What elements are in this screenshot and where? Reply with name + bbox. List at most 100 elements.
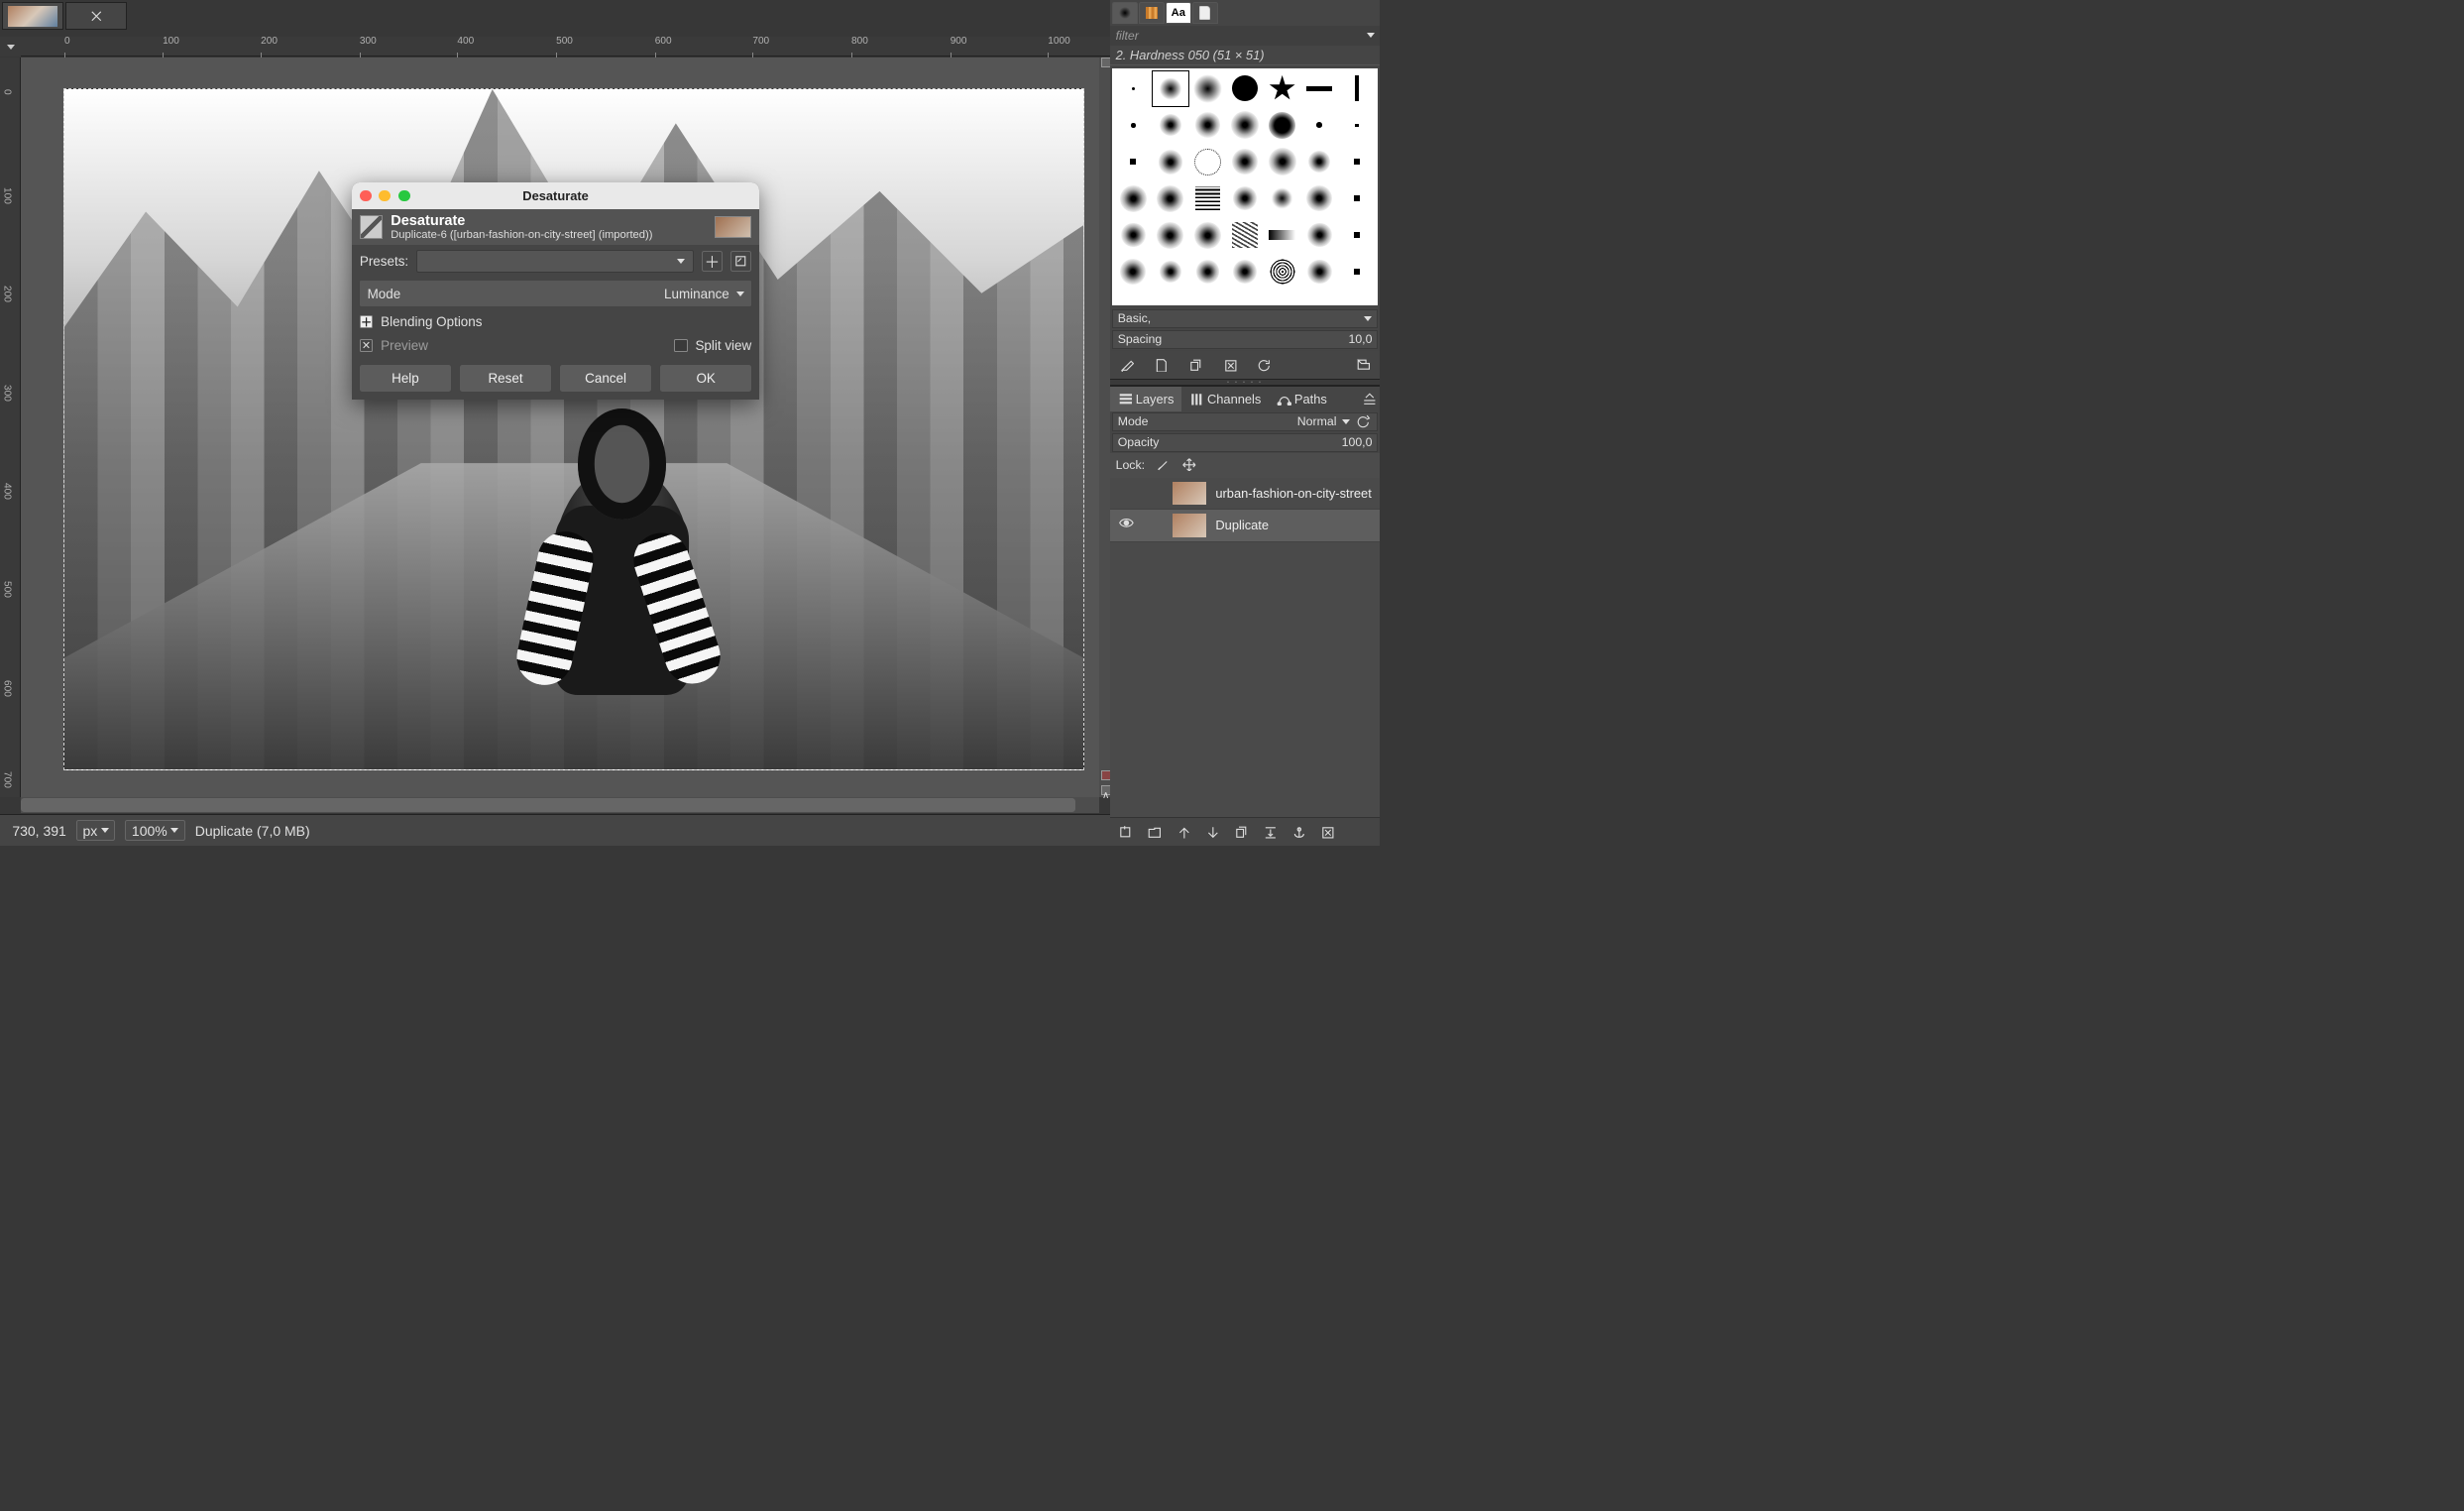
brush-refresh-button[interactable] [1256,356,1274,374]
page-icon [1154,358,1169,373]
desaturate-icon [360,215,384,239]
splitview-checkbox[interactable] [674,339,687,352]
brush-spacing-slider[interactable]: Spacing 10,0 [1112,330,1378,349]
presets-dropdown[interactable] [416,250,694,274]
ruler-tick: 500 [556,36,573,47]
ruler-horizontal[interactable]: 0 100 200 300 400 500 600 700 800 900 10… [21,37,1110,57]
document-history-tab[interactable] [1192,2,1218,23]
reset-button[interactable]: Reset [459,364,552,393]
cancel-button[interactable]: Cancel [559,364,652,393]
layer-name[interactable]: urban-fashion-on-city-street [1215,486,1371,501]
layer-duplicate-button[interactable] [1232,823,1250,841]
status-zoom-dropdown[interactable]: 100% [125,820,184,841]
chevron-down-icon [736,291,744,296]
chevron-down-icon [1342,419,1350,424]
blending-options-expander[interactable]: ＋ Blending Options [352,310,759,334]
chevron-down-icon [677,259,685,264]
layer-lower-button[interactable] [1203,823,1221,841]
preset-manage-button[interactable] [730,251,751,272]
layer-name[interactable]: Duplicate [1215,518,1269,532]
layer-mode-dropdown[interactable]: Mode Normal [1112,412,1378,431]
dialog-heading: Desaturate [391,213,465,229]
layer-merge-down-button[interactable] [1261,823,1279,841]
opacity-value: 100,0 [1342,435,1373,449]
lock-position-button[interactable] [1181,457,1196,475]
preview-checkbox[interactable]: ✕ [360,339,373,352]
status-unit: px [82,823,97,839]
brush-duplicate-button[interactable] [1186,356,1204,374]
layer-list[interactable]: urban-fashion-on-city-street Duplicate [1110,478,1380,818]
window-zoom-button[interactable] [398,190,410,202]
canvas-h-scrollbar[interactable] [21,797,1099,814]
ruler-vertical[interactable]: 0 100 200 300 400 500 600 700 [0,58,21,797]
ruler-tick: 400 [2,483,13,500]
eye-icon [1118,515,1135,531]
layer-group-button[interactable] [1146,823,1164,841]
channels-tab[interactable]: Channels [1181,387,1269,411]
ruler-tick: 100 [2,187,13,204]
layer-opacity-slider[interactable]: Opacity 100,0 [1112,433,1378,452]
ruler-tick: 400 [457,36,474,47]
splitview-label: Split view [695,338,751,353]
preview-row: ✕ Preview Split view [352,334,759,358]
brush-open-as-image[interactable] [1354,356,1372,374]
page-icon [1199,6,1210,19]
brush-new-button[interactable] [1153,356,1171,374]
mode-dropdown[interactable]: Mode Luminance [359,280,753,307]
channels-icon [1189,392,1204,407]
ruler-tick: 200 [2,286,13,302]
window-minimize-button[interactable] [379,190,391,202]
right-dock: Aa filter 2. Hardness 050 (51 × 51) [1110,0,1380,846]
ruler-tick: 500 [2,581,13,598]
ruler-tick: 1000 [1048,36,1069,47]
lock-pixels-button[interactable] [1156,457,1171,475]
brushes-tab[interactable] [1112,2,1138,23]
dock-grip[interactable]: • • • • • [1110,379,1380,386]
scrollbar-thumb[interactable] [21,798,1075,811]
brush-grid[interactable] [1112,68,1378,306]
merge-icon [1263,825,1278,840]
dialog-subtitle: Duplicate-6 ([urban-fashion-on-city-stre… [391,229,652,241]
layer-row[interactable]: Duplicate [1110,510,1380,541]
dialog-buttons: Help Reset Cancel OK [352,357,759,400]
presets-row: Presets: ＋ [352,245,759,277]
layer-mask-button[interactable] [1289,823,1307,841]
help-button[interactable]: Help [359,364,452,393]
ruler-origin-toggle[interactable] [0,37,21,57]
fonts-tab[interactable]: Aa [1166,2,1191,23]
layer-row[interactable]: urban-fashion-on-city-street [1110,478,1380,510]
layer-raise-button[interactable] [1175,823,1192,841]
window-close-button[interactable] [360,190,372,202]
blending-label: Blending Options [381,314,482,329]
document-tab-close[interactable] [65,2,127,30]
lock-label: Lock: [1116,458,1145,472]
document-tab-image[interactable] [2,2,63,30]
layer-delete-button[interactable] [1318,823,1336,841]
brush-selected-label: 2. Hardness 050 (51 × 51) [1110,46,1380,65]
ok-button[interactable]: OK [659,364,752,393]
ruler-tick: 0 [64,36,70,47]
layer-visibility-toggle[interactable] [1116,515,1138,536]
status-unit-dropdown[interactable]: px [76,820,115,841]
canvas-viewport[interactable] [21,58,1099,797]
preset-add-button[interactable]: ＋ [702,251,723,272]
ruler-tick: 600 [655,36,672,47]
paths-tab[interactable]: Paths [1269,387,1335,411]
brush-delete-button[interactable] [1221,356,1239,374]
brush-preset-dropdown[interactable]: Basic, [1112,309,1378,328]
layer-thumbnail [1173,482,1207,506]
dock-configure-button[interactable] [1359,389,1380,409]
close-icon [89,9,104,24]
ruler-tick: 900 [951,36,967,47]
chevron-down-icon [101,828,109,833]
layers-tab[interactable]: Layers [1110,387,1181,411]
brush-filter-input[interactable]: filter [1110,26,1380,46]
patterns-tab[interactable] [1139,2,1165,23]
filter-placeholder: filter [1116,29,1139,43]
dialog-titlebar[interactable]: Desaturate [352,182,759,209]
mode-reset-icon[interactable] [1356,414,1373,429]
brush-edit-button[interactable] [1118,356,1136,374]
layers-icon [1118,392,1133,407]
status-zoom: 100% [132,823,168,839]
layer-new-button[interactable] [1117,823,1135,841]
